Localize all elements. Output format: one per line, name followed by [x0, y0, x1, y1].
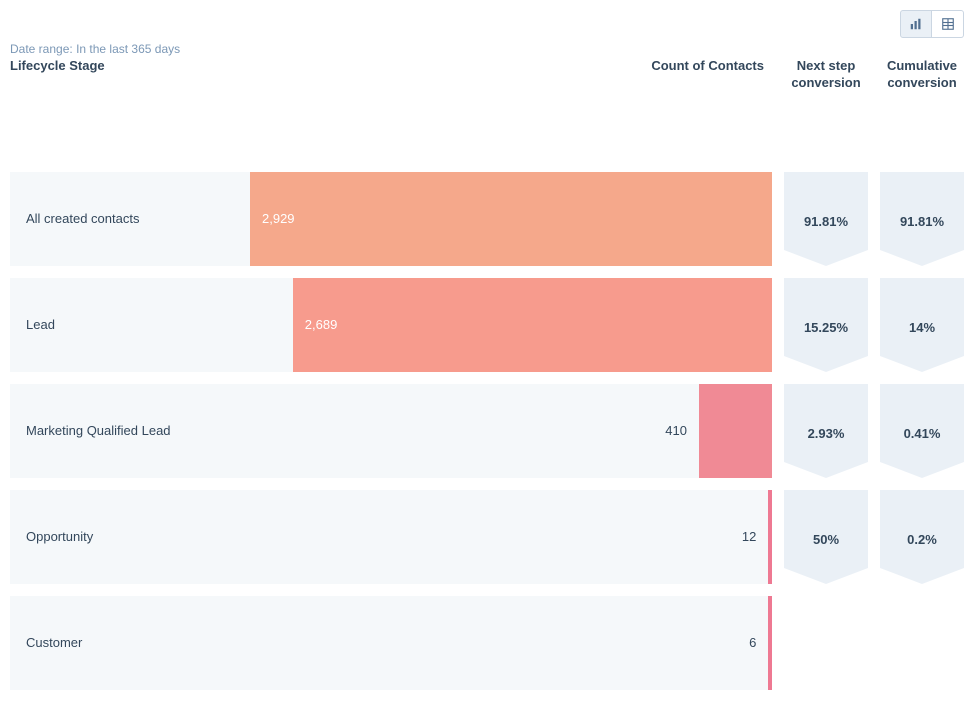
- funnel-row: Lead 2,689 15.25% 14%: [10, 278, 964, 372]
- next-step-value: 15.25%: [804, 320, 848, 335]
- date-range-prefix: Date range:: [10, 42, 73, 56]
- bar-chart-icon: [910, 18, 922, 30]
- funnel-row: Customer 6: [10, 596, 964, 690]
- cumulative-cell: 91.81%: [880, 172, 964, 266]
- row-bar-area: Customer 6: [10, 596, 772, 690]
- bar-track: 6: [250, 596, 772, 690]
- stage-label: Customer: [10, 596, 250, 690]
- cumulative-cell: [880, 596, 964, 690]
- cumulative-cell: 14%: [880, 278, 964, 372]
- chevron-badge: 50%: [784, 490, 868, 584]
- next-step-cell: 2.93%: [784, 384, 868, 478]
- header-cumulative: Cumulative conversion: [880, 58, 964, 92]
- bar-value: 6: [737, 635, 768, 650]
- next-step-cell: 15.25%: [784, 278, 868, 372]
- funnel-row: All created contacts2,929 91.81% 91.81%: [10, 172, 964, 266]
- header-count: Count of Contacts: [651, 58, 772, 73]
- column-headers: Lifecycle Stage Count of Contacts Next s…: [10, 58, 964, 92]
- funnel-row: Marketing Qualified Lead 410 2.93% 0.41%: [10, 384, 964, 478]
- bar-value: 2,689: [293, 317, 338, 332]
- funnel-chart: All created contacts2,929 91.81% 91.81% Lea…: [10, 172, 964, 690]
- stage-label: Lead: [10, 278, 250, 372]
- view-toggle-toolbar: [10, 10, 964, 38]
- stage-label: Marketing Qualified Lead: [10, 384, 250, 478]
- funnel-bar[interactable]: 2,689: [293, 278, 772, 372]
- cumulative-value: 0.2%: [907, 532, 937, 547]
- bar-track: 410: [250, 384, 772, 478]
- next-step-value: 91.81%: [804, 214, 848, 229]
- chevron-badge: 91.81%: [880, 172, 964, 266]
- bar-value: 410: [653, 423, 699, 438]
- table-view-button[interactable]: [932, 10, 964, 38]
- cumulative-value: 14%: [909, 320, 935, 335]
- chevron-badge: 0.41%: [880, 384, 964, 478]
- header-next-step: Next step conversion: [784, 58, 868, 92]
- chevron-badge: 0.2%: [880, 490, 964, 584]
- bar-track: 2,929: [250, 172, 772, 266]
- cumulative-cell: 0.41%: [880, 384, 964, 478]
- next-step-cell: 91.81%: [784, 172, 868, 266]
- header-lifecycle-stage: Lifecycle Stage: [10, 58, 250, 73]
- cumulative-value: 0.41%: [904, 426, 941, 441]
- funnel-bar[interactable]: 12: [768, 490, 772, 584]
- funnel-bar[interactable]: 6: [768, 596, 772, 690]
- cumulative-cell: 0.2%: [880, 490, 964, 584]
- chevron-badge: 2.93%: [784, 384, 868, 478]
- chevron-badge: 14%: [880, 278, 964, 372]
- row-bar-area: Opportunity 12: [10, 490, 772, 584]
- funnel-bar[interactable]: 2,929: [250, 172, 772, 266]
- date-range-value: In the last 365 days: [76, 42, 180, 56]
- chevron-badge: 91.81%: [784, 172, 868, 266]
- next-step-value: 50%: [813, 532, 839, 547]
- row-bar-area: Lead 2,689: [10, 278, 772, 372]
- bar-value: 12: [730, 529, 768, 544]
- next-step-cell: [784, 596, 868, 690]
- funnel-bar[interactable]: 410: [699, 384, 772, 478]
- stage-label: All created contacts: [10, 172, 250, 266]
- next-step-value: 2.93%: [808, 426, 845, 441]
- funnel-row: Opportunity 12 50% 0.2%: [10, 490, 964, 584]
- bar-value: 2,929: [250, 211, 295, 226]
- date-range-label: Date range: In the last 365 days: [10, 42, 964, 56]
- row-bar-area: All created contacts2,929: [10, 172, 772, 266]
- chart-view-button[interactable]: [900, 10, 932, 38]
- bar-track: 12: [250, 490, 772, 584]
- table-icon: [942, 18, 954, 30]
- stage-label: Opportunity: [10, 490, 250, 584]
- next-step-cell: 50%: [784, 490, 868, 584]
- bar-track: 2,689: [250, 278, 772, 372]
- row-bar-area: Marketing Qualified Lead 410: [10, 384, 772, 478]
- cumulative-value: 91.81%: [900, 214, 944, 229]
- chevron-badge: 15.25%: [784, 278, 868, 372]
